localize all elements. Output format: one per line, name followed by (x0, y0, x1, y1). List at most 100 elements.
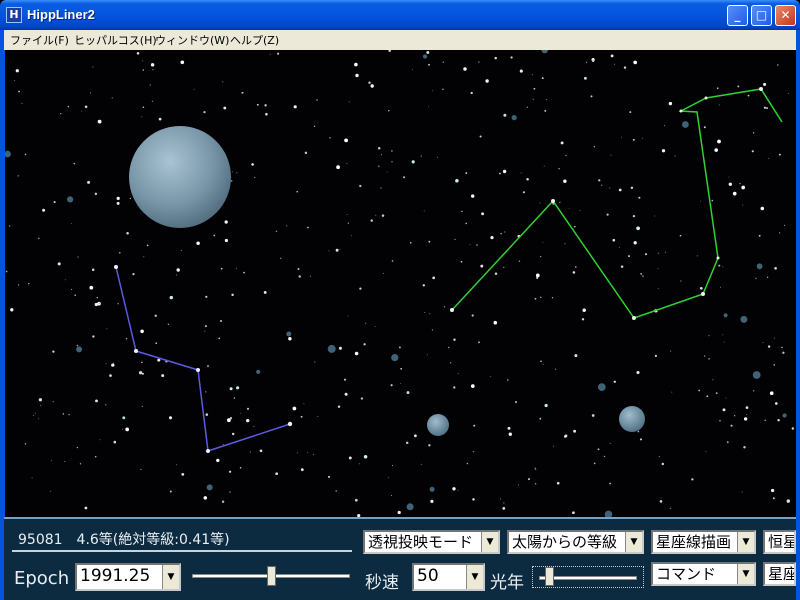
star (219, 319, 223, 323)
star (504, 231, 506, 233)
star (344, 392, 348, 396)
star (8, 225, 11, 227)
projection-mode-select[interactable]: 透視投映モード ▼ (363, 530, 500, 554)
star (354, 62, 358, 67)
star (354, 498, 358, 502)
magnitude-mode-select[interactable]: 太陽からの等級 ▼ (507, 530, 644, 554)
star (708, 358, 710, 360)
star (551, 297, 554, 299)
star (511, 115, 517, 121)
small-planet-left[interactable] (427, 414, 449, 436)
menu-hipparcos[interactable]: ヒッパルコス(H) (74, 32, 157, 48)
menu-window[interactable]: ウィンドウ(W) (155, 32, 229, 48)
constellation-star[interactable] (450, 308, 454, 312)
star (89, 92, 92, 94)
star (641, 137, 643, 139)
minimize-button[interactable]: _ (727, 5, 748, 26)
star (251, 163, 254, 166)
star (203, 110, 206, 114)
star-name-select[interactable]: 恒星 (763, 530, 796, 554)
star (403, 176, 406, 179)
star (786, 499, 790, 503)
star (743, 445, 746, 449)
star (499, 172, 501, 175)
constellation-star[interactable] (134, 349, 138, 353)
star (96, 296, 99, 299)
chevron-down-icon[interactable]: ▼ (737, 532, 754, 552)
star (753, 390, 755, 392)
star (758, 234, 761, 237)
star (118, 251, 121, 254)
star (375, 214, 377, 216)
star (535, 273, 540, 278)
star (181, 473, 185, 476)
star (288, 337, 292, 341)
epoch-slider-thumb[interactable] (267, 566, 276, 586)
chevron-down-icon[interactable]: ▼ (481, 532, 498, 552)
star (296, 190, 299, 193)
constellation-star[interactable] (632, 316, 636, 320)
star (679, 234, 682, 237)
star (637, 430, 640, 433)
constellation-star[interactable] (716, 256, 720, 260)
star (612, 238, 616, 242)
constellation-star[interactable] (114, 265, 118, 269)
speed-select[interactable]: 50 ▼ (412, 563, 485, 591)
lightyear-slider-thumb[interactable] (544, 567, 554, 586)
small-planet-right[interactable] (619, 406, 645, 432)
star (138, 371, 143, 375)
star (370, 219, 373, 222)
star (387, 477, 389, 479)
star (84, 105, 88, 109)
star (452, 487, 456, 491)
constellation-lines-select[interactable]: 星座線描画 ▼ (651, 530, 756, 554)
star (777, 64, 779, 66)
star-field[interactable] (5, 50, 796, 517)
star (240, 412, 242, 414)
star (585, 61, 588, 63)
star (553, 445, 555, 447)
chevron-down-icon[interactable]: ▼ (162, 565, 179, 589)
star (699, 286, 703, 290)
epoch-select[interactable]: 1991.25 ▼ (75, 563, 181, 591)
star (722, 408, 726, 412)
star (597, 383, 606, 391)
maximize-button[interactable]: □ (751, 5, 772, 26)
star (106, 328, 108, 330)
lightyear-slider[interactable] (532, 566, 644, 588)
epoch-label: Epoch (14, 568, 70, 589)
star (391, 354, 399, 362)
large-planet[interactable] (129, 126, 231, 228)
constellation-star[interactable] (679, 109, 683, 113)
menu-file[interactable]: ファイル(F) (10, 32, 69, 48)
constellation-select[interactable]: 星座 (763, 562, 796, 586)
star (503, 266, 505, 269)
star (556, 481, 560, 485)
close-button[interactable]: ✕ (775, 5, 796, 26)
star (772, 497, 775, 500)
chevron-down-icon[interactable]: ▼ (466, 565, 483, 589)
chevron-down-icon[interactable]: ▼ (737, 564, 754, 584)
constellation-star[interactable] (287, 421, 293, 427)
star (613, 63, 615, 65)
star (360, 397, 364, 400)
constellation-star[interactable] (551, 199, 555, 203)
command-select[interactable]: コマンド ▼ (651, 562, 756, 586)
constellation-star[interactable] (701, 292, 705, 296)
star (381, 214, 385, 217)
star (568, 207, 570, 209)
star (432, 90, 434, 92)
constellation-star[interactable] (196, 368, 200, 372)
star (465, 222, 468, 225)
chevron-down-icon[interactable]: ▼ (625, 532, 642, 552)
constellation-star[interactable] (206, 449, 210, 453)
star (544, 109, 547, 112)
star (517, 484, 520, 486)
star (64, 460, 66, 462)
menu-help[interactable]: ヘルプ(Z) (230, 32, 279, 48)
constellation-star[interactable] (704, 96, 708, 100)
constellation-star[interactable] (759, 87, 763, 91)
star (265, 112, 268, 116)
sky-view[interactable] (4, 50, 796, 517)
star-info: 95081 4.6等(絶対等級:0.41等) (18, 532, 230, 548)
